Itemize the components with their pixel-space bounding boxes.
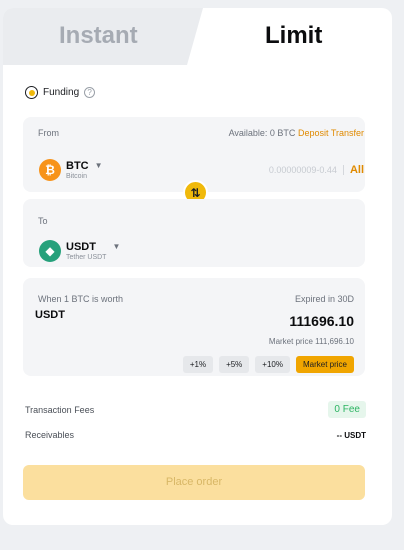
receivables-label: Receivables (25, 430, 75, 440)
plus-5-button[interactable]: +5% (219, 356, 250, 373)
receivables-value: -- USDT (336, 430, 366, 440)
tether-icon: ◆ (39, 240, 61, 262)
plus-10-button[interactable]: +10% (255, 356, 290, 373)
bitcoin-icon: ₿ (39, 159, 61, 181)
receivables-row: Receivables -- USDT (25, 430, 366, 440)
tab-instant[interactable]: Instant (3, 8, 203, 65)
transfer-link[interactable]: Transfer (331, 128, 364, 138)
from-coin-symbol: BTC (66, 159, 89, 172)
all-button[interactable]: All (350, 164, 364, 176)
price-currency: USDT (35, 309, 65, 321)
tab-limit[interactable]: Limit (265, 22, 322, 50)
plus-1-button[interactable]: +1% (182, 356, 214, 373)
fees-label: Transaction Fees (25, 404, 95, 415)
funding-row[interactable]: Funding ? (25, 86, 96, 99)
help-icon[interactable]: ? (84, 87, 96, 98)
from-coin-name: Bitcoin (66, 172, 88, 180)
mode-tabs: Instant Limit (3, 8, 392, 65)
from-label: From (38, 128, 59, 138)
to-coin-symbol: USDT (66, 240, 96, 253)
price-input[interactable]: 111696.10 (289, 313, 354, 329)
amount-placeholder[interactable]: 0.00000009-0.44 (269, 165, 337, 175)
to-label: To (38, 216, 48, 226)
fees-row: Transaction Fees 0 Fee (25, 401, 366, 418)
from-coin-selector[interactable]: ₿ BTC Bitcoin ▼ (39, 159, 103, 181)
to-coin-selector[interactable]: ◆ USDT Tether USDT ▼ (39, 240, 120, 262)
chevron-down-icon: ▼ (94, 160, 103, 170)
available-text: Available: 0 BTC (228, 128, 296, 138)
place-order-button[interactable]: Place order (23, 465, 365, 500)
price-adjust-buttons: +1% +5% +10% Market price (182, 356, 354, 373)
expiry-text[interactable]: Expired in 30D (295, 294, 354, 304)
market-price-text: Market price 111,696.10 (268, 337, 354, 346)
to-coin-name: Tether USDT (66, 253, 107, 261)
deposit-link[interactable]: Deposit (298, 128, 329, 138)
divider (342, 165, 344, 175)
available-balance: Available: 0 BTC Deposit Transfer (229, 128, 364, 138)
fee-badge: 0 Fee (328, 401, 366, 418)
tab-instant-label: Instant (59, 22, 138, 49)
amount-input-area[interactable]: 0.00000009-0.44 All (269, 164, 364, 176)
funding-icon (25, 86, 38, 99)
market-price-button[interactable]: Market price (295, 356, 354, 373)
chevron-down-icon: ▼ (112, 241, 121, 251)
funding-label: Funding (43, 87, 80, 98)
price-label: When 1 BTC is worth (38, 294, 124, 304)
